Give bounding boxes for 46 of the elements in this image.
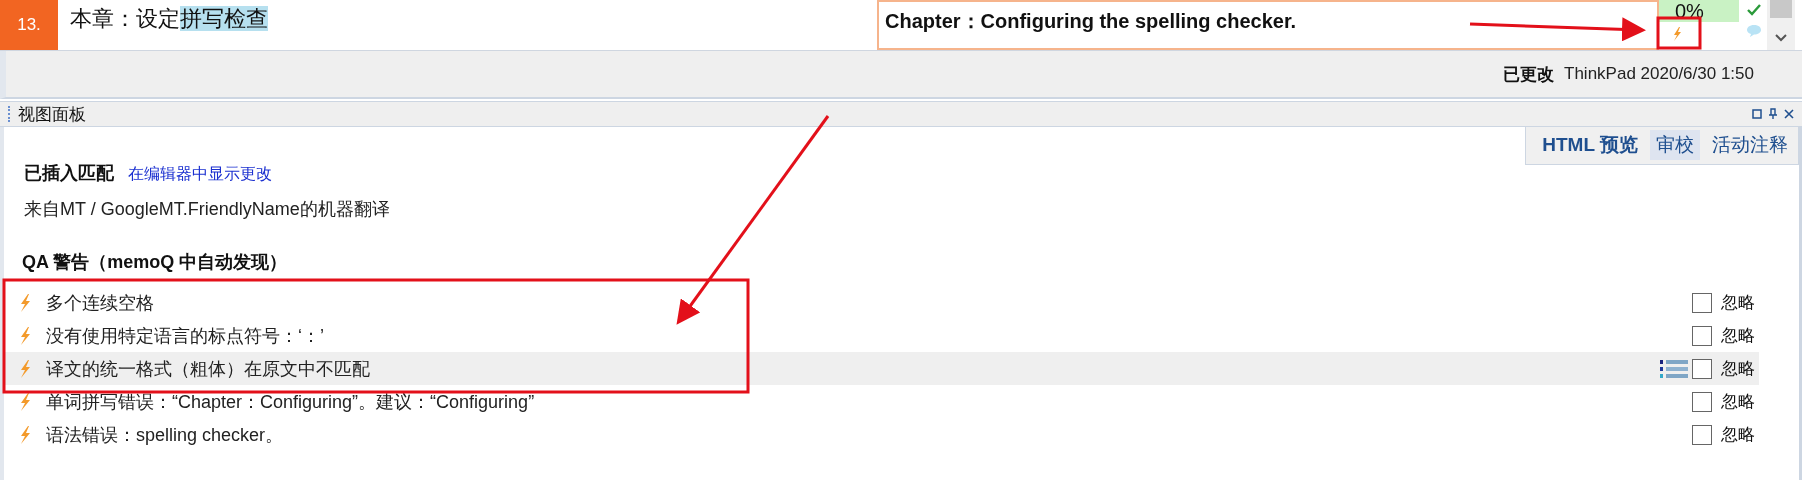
segment-number: 13.	[0, 0, 58, 50]
warning-text[interactable]: 没有使用特定语言的标点符号：‘：’	[46, 323, 324, 348]
section-heading: QA 警告（memoQ 中自动发现）	[22, 251, 289, 274]
tab[interactable]: 审校	[1650, 130, 1700, 160]
ignore-checkbox[interactable]	[1692, 358, 1712, 379]
warning-row[interactable]: 多个连续空格 忽略	[4, 286, 1759, 319]
highlight-frame	[1656, 16, 1702, 50]
ignore-label: 忽略	[1721, 325, 1755, 347]
status-info: ThinkPad 2020/6/30 1:50	[1564, 64, 1754, 84]
warning-text[interactable]: 多个连续空格	[46, 290, 154, 315]
tab[interactable]: 活动注释	[1706, 130, 1794, 160]
warning-icon	[18, 424, 32, 445]
ignore-checkbox[interactable]	[1692, 424, 1712, 445]
pin-icon[interactable]	[1768, 108, 1778, 120]
warning-row[interactable]: 译文的统一格式（粗体）在原文中不匹配 忽略	[4, 352, 1759, 385]
warning-row[interactable]: 没有使用特定语言的标点符号：‘：’ 忽略	[4, 319, 1759, 352]
section-heading: 已插入匹配	[24, 162, 114, 185]
list-icon[interactable]	[1660, 357, 1688, 380]
ignore-checkbox[interactable]	[1692, 325, 1712, 346]
match-source: 来自MT / GoogleMT.FriendlyName的机器翻译	[24, 198, 391, 221]
close-icon[interactable]	[1784, 109, 1794, 119]
warning-icon	[18, 292, 32, 313]
warning-row[interactable]: 单词拼写错误：“Chapter：Configuring”。建议：“Configuring” 忽略	[4, 385, 1759, 418]
restore-icon[interactable]	[1752, 109, 1762, 119]
chevron-down-icon[interactable]	[1775, 34, 1787, 42]
ignore-checkbox[interactable]	[1692, 292, 1712, 313]
show-changes-link[interactable]: 在编辑器中显示更改	[128, 164, 272, 185]
status-label: 已更改	[1503, 63, 1554, 86]
tab[interactable]: HTML 预览	[1536, 130, 1644, 160]
grip-handle[interactable]	[8, 106, 12, 122]
warning-icon	[18, 391, 32, 412]
ignore-label: 忽略	[1721, 292, 1755, 314]
ignore-checkbox[interactable]	[1692, 391, 1712, 412]
target-field[interactable]: Chapter：Configuring the spelling checker.	[877, 0, 1659, 50]
ignore-label: 忽略	[1721, 358, 1755, 380]
ignore-label: 忽略	[1721, 424, 1755, 446]
warning-row[interactable]: 语法错误：spelling checker。 忽略	[4, 418, 1759, 451]
warning-icon	[18, 358, 32, 379]
panel-title: 视图面板	[18, 103, 86, 126]
scrollbar[interactable]	[1767, 0, 1795, 50]
warning-text[interactable]: 单词拼写错误：“Chapter：Configuring”。建议：“Configuring”	[46, 389, 535, 414]
warning-text[interactable]: 语法错误：spelling checker。	[46, 422, 284, 447]
warning-text[interactable]: 译文的统一格式（粗体）在原文中不匹配	[46, 356, 370, 381]
ignore-label: 忽略	[1721, 391, 1755, 413]
warning-icon	[18, 325, 32, 346]
source-text: 本章：设定拼写检查	[69, 5, 269, 33]
